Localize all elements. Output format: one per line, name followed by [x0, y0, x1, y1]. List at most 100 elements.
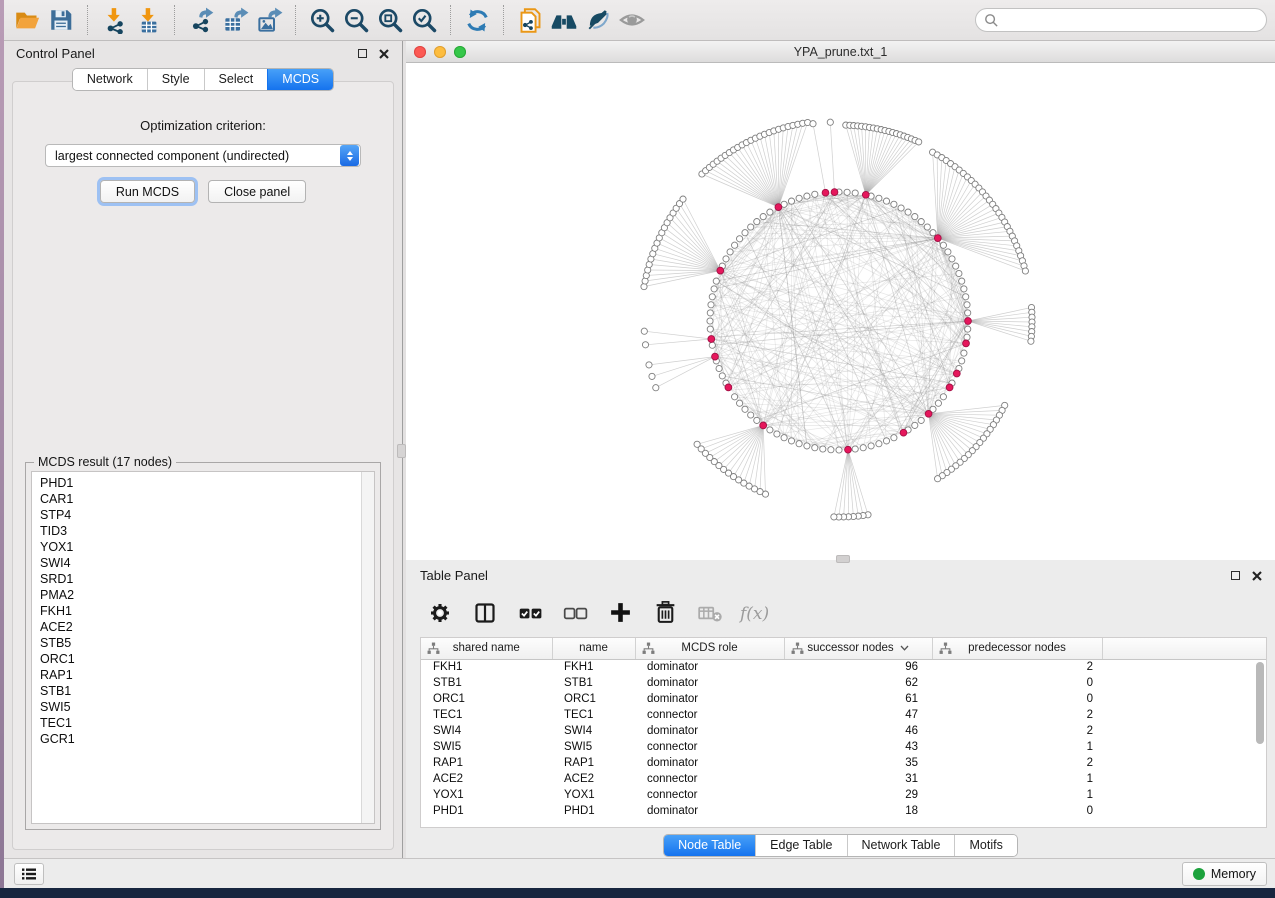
network-graph[interactable] — [406, 63, 1275, 560]
graph-node[interactable] — [748, 412, 754, 418]
graph-node[interactable] — [796, 195, 802, 201]
function-builder-button[interactable]: f(x) — [737, 595, 773, 631]
table-cell[interactable]: STB1 — [421, 675, 552, 691]
graph-node-mcds[interactable] — [775, 204, 782, 211]
graph-node[interactable] — [959, 278, 965, 284]
graph-node[interactable] — [748, 224, 754, 230]
mcds-result-item[interactable]: ORC1 — [40, 651, 361, 667]
column-header-shared-name[interactable]: shared name — [421, 638, 552, 659]
graph-node[interactable] — [924, 224, 930, 230]
graph-edge[interactable] — [680, 204, 721, 271]
select-all-button[interactable] — [512, 595, 548, 631]
graph-node[interactable] — [653, 385, 659, 391]
table-cell[interactable]: SWI5 — [552, 739, 635, 755]
graph-node[interactable] — [760, 214, 766, 220]
graph-edge[interactable] — [848, 450, 853, 517]
graph-node[interactable] — [868, 443, 874, 449]
clone-network-button[interactable] — [513, 3, 547, 37]
graph-node[interactable] — [918, 219, 924, 225]
graph-node[interactable] — [912, 422, 918, 428]
graph-node[interactable] — [940, 394, 946, 400]
table-cell[interactable]: SWI4 — [552, 723, 635, 739]
table-row[interactable]: STB1STB1dominator620 — [421, 675, 1266, 691]
table-cell[interactable] — [1102, 803, 1266, 819]
zoom-in-button[interactable] — [305, 3, 339, 37]
table-cell[interactable]: YOX1 — [421, 787, 552, 803]
graph-node[interactable] — [940, 242, 946, 248]
graph-node[interactable] — [732, 394, 738, 400]
graph-node[interactable] — [694, 441, 700, 447]
export-image-button[interactable] — [252, 3, 286, 37]
graph-edge[interactable] — [968, 321, 1031, 336]
panel-divider-horizontal[interactable] — [406, 560, 1275, 563]
graph-edge[interactable] — [778, 125, 793, 207]
graph-edge[interactable] — [763, 425, 765, 494]
graph-node[interactable] — [707, 318, 713, 324]
table-cell[interactable]: PHD1 — [552, 803, 635, 819]
graph-node[interactable] — [796, 441, 802, 447]
graph-edge[interactable] — [648, 270, 721, 271]
graph-edge[interactable] — [720, 271, 908, 430]
graph-edge[interactable] — [778, 127, 788, 208]
table-row[interactable]: ORC1ORC1dominator610 — [421, 691, 1266, 707]
graph-node[interactable] — [708, 302, 714, 308]
graph-node[interactable] — [935, 400, 941, 406]
mcds-list-scrollbar[interactable] — [361, 472, 374, 823]
table-cell[interactable]: dominator — [635, 723, 784, 739]
mcds-result-item[interactable]: RAP1 — [40, 667, 361, 683]
maximize-window-button[interactable] — [454, 46, 466, 58]
column-header-name[interactable]: name — [552, 638, 635, 659]
table-cell[interactable]: 0 — [932, 691, 1102, 707]
graph-node[interactable] — [742, 406, 748, 412]
tab-edge-table[interactable]: Edge Table — [755, 835, 846, 856]
graph-node[interactable] — [964, 302, 970, 308]
table-row[interactable]: RAP1RAP1dominator352 — [421, 755, 1266, 771]
table-cell[interactable]: 35 — [784, 755, 932, 771]
graph-edge[interactable] — [848, 450, 863, 516]
graph-edge[interactable] — [720, 196, 807, 271]
graph-node[interactable] — [963, 294, 969, 300]
graph-node[interactable] — [831, 514, 837, 520]
mcds-result-item[interactable]: SWI5 — [40, 699, 361, 715]
graph-node[interactable] — [912, 214, 918, 220]
mcds-result-item[interactable]: PMA2 — [40, 587, 361, 603]
graph-node[interactable] — [707, 310, 713, 316]
table-panel-close-button[interactable] — [1249, 568, 1265, 584]
hide-graphics-button[interactable] — [581, 3, 615, 37]
graph-node-mcds[interactable] — [717, 267, 724, 274]
graph-node[interactable] — [828, 447, 834, 453]
mcds-result-item[interactable]: TEC1 — [40, 715, 361, 731]
table-settings-button[interactable] — [422, 595, 458, 631]
mcds-result-item[interactable]: ACE2 — [40, 619, 361, 635]
graph-node[interactable] — [918, 417, 924, 423]
graph-node[interactable] — [641, 328, 647, 334]
create-column-button[interactable] — [602, 595, 638, 631]
graph-node[interactable] — [642, 342, 648, 348]
graph-node[interactable] — [737, 400, 743, 406]
graph-node[interactable] — [852, 446, 858, 452]
graph-node[interactable] — [876, 441, 882, 447]
table-cell[interactable]: SWI5 — [421, 739, 552, 755]
table-cell[interactable]: 1 — [932, 771, 1102, 787]
close-panel-button[interactable]: Close panel — [208, 180, 306, 203]
table-cell[interactable]: ORC1 — [552, 691, 635, 707]
column-header-predecessor-nodes[interactable]: predecessor nodes — [932, 638, 1102, 659]
graph-edge[interactable] — [724, 425, 764, 469]
graph-edge[interactable] — [830, 122, 834, 192]
graph-edge[interactable] — [855, 193, 908, 430]
minimize-window-button[interactable] — [434, 46, 446, 58]
graph-node[interactable] — [961, 350, 967, 356]
graph-edge[interactable] — [710, 425, 763, 457]
table-cell[interactable]: connector — [635, 771, 784, 787]
graph-node[interactable] — [883, 198, 889, 204]
delete-table-button[interactable] — [692, 595, 728, 631]
graph-node[interactable] — [781, 435, 787, 441]
table-cell[interactable]: 0 — [932, 675, 1102, 691]
table-cell[interactable] — [1102, 723, 1266, 739]
graph-edge[interactable] — [646, 339, 712, 345]
graph-node[interactable] — [898, 205, 904, 211]
column-header-MCDS-role[interactable]: MCDS role — [635, 638, 784, 659]
task-history-button[interactable] — [14, 863, 44, 885]
zoom-out-button[interactable] — [339, 3, 373, 37]
network-canvas[interactable] — [406, 63, 1275, 560]
